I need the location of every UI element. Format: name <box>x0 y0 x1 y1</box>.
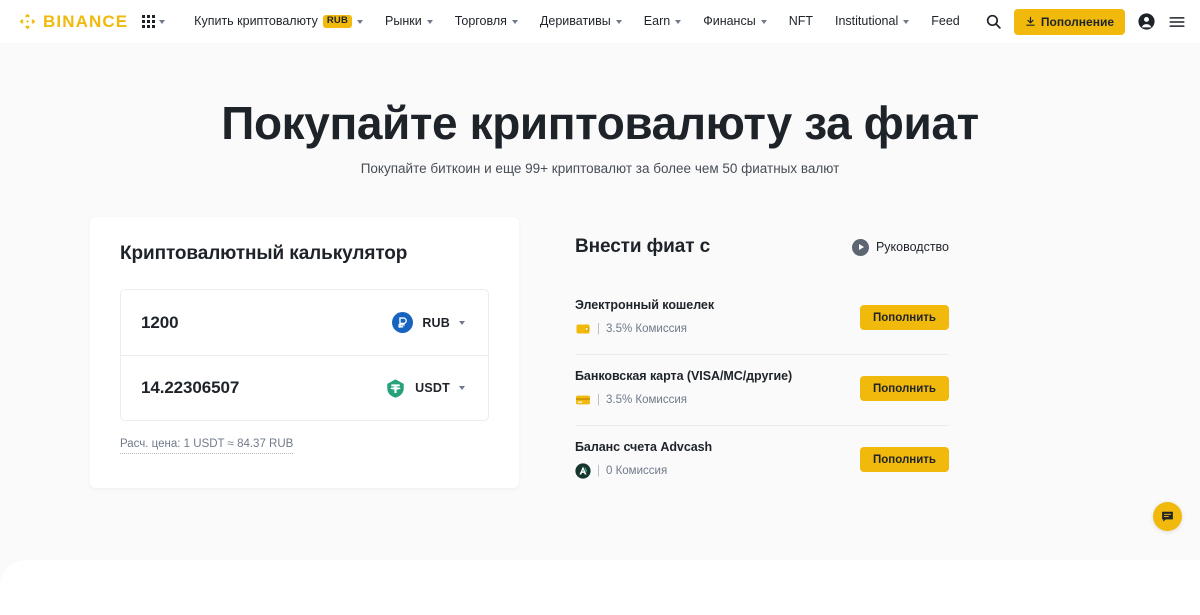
deposit-method-row: Баланс счета Advcash | 0 Комиссия Пополнить <box>575 426 949 496</box>
download-icon <box>1026 16 1035 26</box>
search-icon[interactable] <box>985 13 1002 30</box>
nav-currency-badge[interactable]: RUB <box>322 14 353 29</box>
chevron-down-icon <box>511 19 518 24</box>
nav-item-8[interactable]: Feed <box>920 0 971 43</box>
nav-item-3[interactable]: Деривативы <box>529 0 633 43</box>
chevron-down-icon <box>615 19 622 24</box>
deposit-button-label: Пополнение <box>1040 14 1114 29</box>
deposit-method-info: Баланс счета Advcash | 0 Комиссия <box>575 440 712 479</box>
main-nav-links: Купить криптовалюту RUB Рынки Торговля Дерив… <box>183 0 985 43</box>
nav-item-label: Торговля <box>454 14 507 28</box>
fiat-amount-input[interactable] <box>141 312 386 333</box>
deposit-method-name: Баланс счета Advcash <box>575 440 713 455</box>
calculator-fields: RUB USDT <box>120 289 489 422</box>
nav-item-label: Деривативы <box>539 14 611 28</box>
hamburger-icon[interactable] <box>1168 13 1186 31</box>
exchange-rate-note: Расч. цена: 1 USDT ≈ 84.37 RUB <box>120 438 294 455</box>
crypto-calculator-card: Криптовалютный калькулятор RUB <box>90 217 519 489</box>
nav-item-0[interactable]: Купить криптовалюту RUB <box>183 0 374 43</box>
meta-separator: | <box>597 323 600 336</box>
deposit-method-fee: 3.5% Комиссия <box>606 323 687 336</box>
deposit-method-meta: | 3.5% Комиссия <box>575 321 714 337</box>
calculator-row-to: USDT <box>121 355 488 420</box>
nav-item-6[interactable]: NFT <box>778 0 824 43</box>
meta-separator: | <box>597 465 600 478</box>
crypto-amount-input[interactable] <box>141 378 379 399</box>
wallet-icon <box>576 324 590 334</box>
app-grid-menu[interactable] <box>142 15 166 28</box>
chevron-down-icon <box>903 19 910 24</box>
deposit-method-row: Электронный кошелек | 3.5% Комиссия Пополни… <box>575 284 949 356</box>
nav-item-1[interactable]: Рынки <box>374 0 444 43</box>
nav-item-label: NFT <box>788 14 813 28</box>
binance-diamond-icon <box>19 13 36 30</box>
fiat-currency-code: RUB <box>422 315 450 330</box>
tether-coin-icon <box>387 379 404 398</box>
credit-card-icon <box>576 395 590 405</box>
deposit-method-fee: 0 Комиссия <box>606 465 668 478</box>
deposit-method-row: Банковская карта (VISA/MC/другие) | 3.5% К… <box>575 355 949 427</box>
guide-link-label: Руководство <box>875 240 949 255</box>
meta-separator: | <box>597 394 600 407</box>
grid-icon <box>142 15 156 28</box>
crypto-currency-code: USDT <box>415 381 450 396</box>
guide-link[interactable]: Руководство <box>851 238 949 256</box>
deposit-method-name: Банковская карта (VISA/MC/другие) <box>575 369 793 384</box>
deposit-panel-title: Внести фиат с <box>575 236 711 258</box>
deposit-method-info: Электронный кошелек | 3.5% Комиссия <box>575 298 714 337</box>
chevron-down-icon <box>675 19 682 24</box>
advcash-icon <box>575 463 591 479</box>
chevron-down-icon <box>459 386 465 391</box>
deposit-method-meta: | 0 Комиссия <box>575 463 712 479</box>
topup-button[interactable]: Пополнить <box>860 447 949 473</box>
chat-support-button[interactable] <box>1153 502 1182 531</box>
nav-item-label: Feed <box>931 14 960 28</box>
chevron-down-icon <box>459 320 465 325</box>
deposit-panel-header: Внести фиат с Руководство <box>575 236 949 258</box>
ruble-coin-icon <box>392 312 414 334</box>
hero-section: Покупайте криптовалюту за фиат Покупайте… <box>0 43 1200 176</box>
deposit-methods-panel: Внести фиат с Руководство Электронный ко… <box>575 217 949 496</box>
play-circle-icon <box>851 238 869 256</box>
nav-item-label: Купить криптовалюту <box>194 14 318 28</box>
calculator-row-from: RUB <box>121 290 488 355</box>
deposit-method-info: Банковская карта (VISA/MC/другие) | 3.5% К… <box>575 369 792 408</box>
nav-item-4[interactable]: Earn <box>633 0 692 43</box>
nav-item-label: Рынки <box>385 14 422 28</box>
user-icon[interactable] <box>1137 12 1156 31</box>
chevron-down-icon <box>426 19 433 24</box>
chat-bubble-icon <box>1162 511 1173 522</box>
fiat-currency-selector[interactable]: RUB <box>385 306 474 339</box>
nav-item-label: Institutional <box>835 14 899 28</box>
binance-logo-link[interactable]: BINANCE <box>18 12 128 31</box>
nav-right-actions: Пополнение <box>985 8 1186 35</box>
chevron-down-icon <box>357 19 364 24</box>
brand-name: BINANCE <box>43 12 129 31</box>
chevron-down-icon <box>159 19 166 24</box>
topup-button[interactable]: Пополнить <box>860 305 949 331</box>
calculator-title: Криптовалютный калькулятор <box>120 243 408 265</box>
nav-item-2[interactable]: Торговля <box>444 0 529 43</box>
crypto-currency-selector[interactable]: USDT <box>378 372 474 405</box>
page-title: Покупайте криптовалюту за фиат <box>221 97 979 149</box>
chevron-down-icon <box>760 19 767 24</box>
deposit-button[interactable]: Пополнение <box>1013 8 1125 35</box>
topup-button[interactable]: Пополнить <box>860 376 949 402</box>
top-navigation-bar: BINANCE Купить криптовалюту RUB Рынки Торго… <box>0 0 1200 43</box>
deposit-method-fee: 3.5% Комиссия <box>606 394 687 407</box>
nav-item-7[interactable]: Institutional <box>824 0 920 43</box>
main-content: Криптовалютный калькулятор RUB <box>90 176 1110 496</box>
nav-item-label: Финансы <box>703 14 756 28</box>
deposit-method-meta: | 3.5% Комиссия <box>575 392 792 408</box>
nav-item-5[interactable]: Финансы <box>692 0 777 43</box>
deposit-method-name: Электронный кошелек <box>575 298 715 313</box>
nav-item-label: Earn <box>643 14 671 28</box>
deposit-methods-list: Электронный кошелек | 3.5% Комиссия Пополни… <box>575 284 949 496</box>
page-subtitle: Покупайте биткоин и еще 99+ криптовалют … <box>360 161 840 177</box>
footer-panel <box>0 560 1200 615</box>
